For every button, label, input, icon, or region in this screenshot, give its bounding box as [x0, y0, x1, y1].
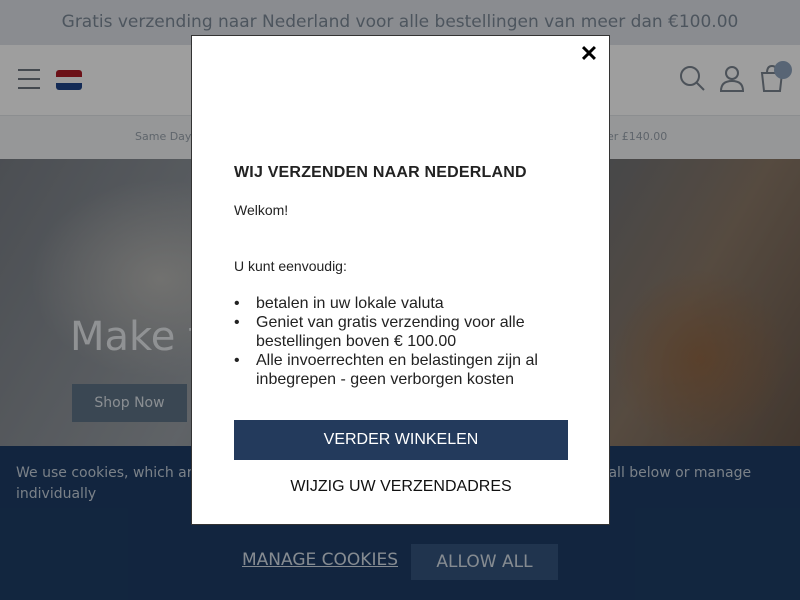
- change-shipping-address-button[interactable]: WIJZIG UW VERZENDADRES: [234, 472, 568, 502]
- modal-title: WIJ VERZENDEN NAAR NEDERLAND: [234, 164, 527, 181]
- close-icon[interactable]: ✕: [577, 42, 601, 66]
- modal-welcome: Welkom!: [234, 202, 289, 218]
- shipping-country-modal: ✕ WIJ VERZENDEN NAAR NEDERLAND Welkom! U…: [191, 35, 610, 525]
- modal-intro: U kunt eenvoudig:: [234, 258, 347, 274]
- benefit-item: betalen in uw lokale valuta: [234, 294, 564, 313]
- continue-shopping-button[interactable]: VERDER WINKELEN: [234, 420, 568, 460]
- benefit-item: Alle invoerrechten en belastingen zijn a…: [234, 351, 564, 389]
- benefit-item: Geniet van gratis verzending voor alle b…: [234, 313, 564, 351]
- benefits-list: betalen in uw lokale valuta Geniet van g…: [234, 294, 564, 389]
